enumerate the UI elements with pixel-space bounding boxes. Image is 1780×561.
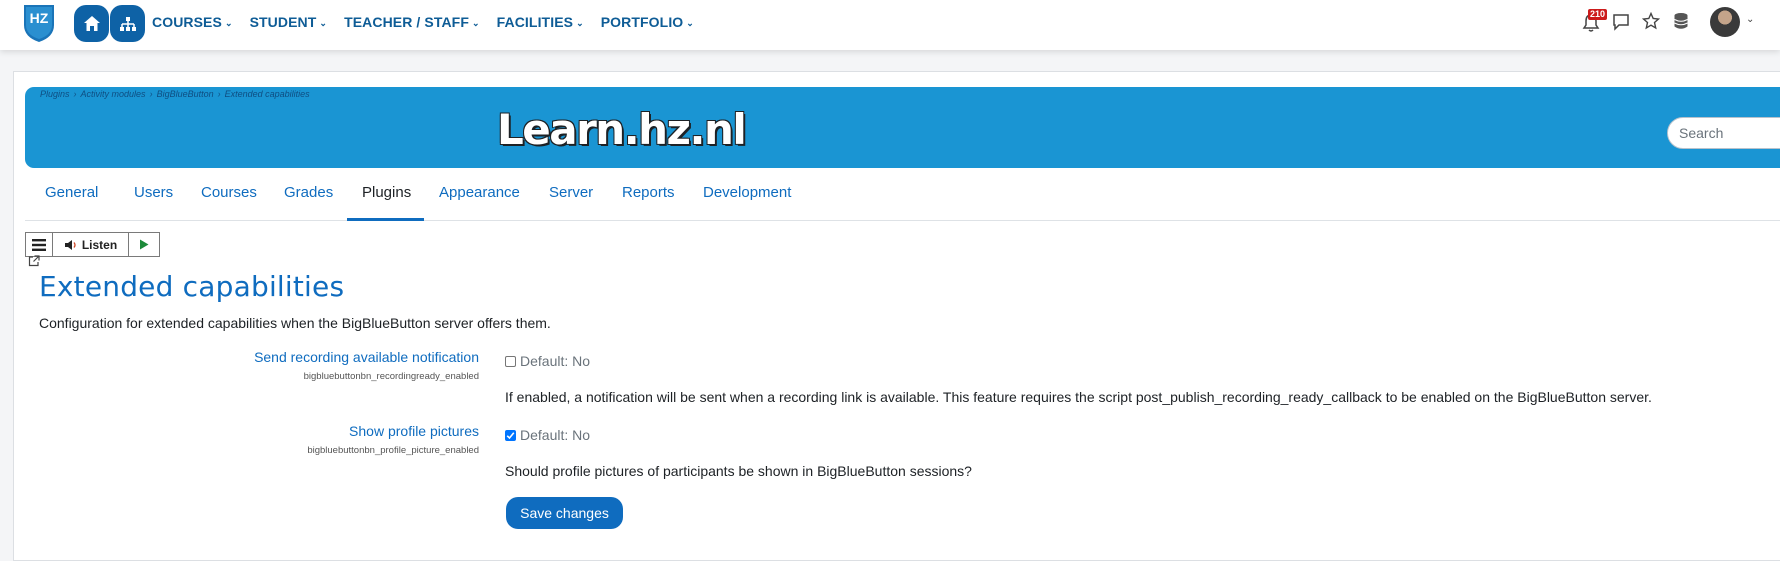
user-avatar[interactable]: [1710, 7, 1740, 37]
save-changes-button[interactable]: Save changes: [506, 497, 623, 529]
tab-reports[interactable]: Reports: [622, 179, 675, 221]
tab-development[interactable]: Development: [703, 179, 791, 221]
main-menu: COURSES ⌄ STUDENT ⌄ TEACHER / STAFF ⌄ FACIL…: [152, 14, 711, 30]
setting-control-profile-pictures: Default: No: [505, 427, 590, 443]
setting-label-profile-pictures[interactable]: Show profile pictures: [349, 423, 479, 439]
tab-general[interactable]: General: [45, 179, 98, 221]
menu-label: FACILITIES: [496, 14, 574, 30]
menu-label: COURSES: [152, 14, 222, 30]
menu-courses[interactable]: COURSES ⌄: [152, 14, 233, 30]
search-input[interactable]: Search: [1667, 117, 1780, 149]
hz-logo[interactable]: HZ: [22, 3, 56, 43]
listen-label: Listen: [81, 237, 118, 252]
tab-plugins[interactable]: Plugins: [362, 179, 411, 221]
chevron-down-icon: ⌄: [319, 17, 328, 28]
breadcrumb-item[interactable]: Plugins: [40, 89, 70, 99]
chevron-down-icon: ⌄: [576, 17, 584, 28]
breadcrumb-separator: ›: [217, 89, 221, 99]
menu-portfolio[interactable]: PORTFOLIO ⌄: [601, 14, 694, 30]
chevron-down-icon: ⌄: [471, 17, 480, 28]
profile-pictures-checkbox[interactable]: [505, 429, 516, 441]
breadcrumb-item[interactable]: Activity modules: [81, 89, 146, 99]
menu-label: STUDENT: [249, 14, 317, 30]
default-value-label: Default: No: [520, 353, 591, 369]
chevron-down-icon: ⌄: [224, 17, 233, 28]
tab-server[interactable]: Server: [549, 179, 593, 221]
menu-facilities[interactable]: FACILITIES ⌄: [497, 14, 584, 30]
chevron-down-icon[interactable]: ⌄: [1746, 14, 1754, 25]
menu-label: TEACHER / STAFF: [344, 14, 469, 30]
breadcrumb-item[interactable]: Extended capabilities: [225, 89, 310, 99]
admin-tabs: General Users Courses Grades Plugins App…: [25, 179, 1780, 221]
play-button[interactable]: [129, 233, 159, 256]
section-description: Configuration for extended capabilities …: [39, 315, 551, 331]
menu-student[interactable]: STUDENT ⌄: [250, 14, 327, 30]
notification-count-badge: 210: [1588, 9, 1608, 20]
breadcrumb-separator: ›: [149, 89, 153, 99]
top-navbar: HZ COURSES ⌄ STUDENT ⌄ TEACHER / STAFF ⌄ FA…: [0, 0, 1780, 50]
sitemap-button[interactable]: [110, 5, 145, 42]
home-button[interactable]: [74, 5, 109, 42]
message-icon[interactable]: [1612, 13, 1630, 31]
play-icon: [140, 239, 149, 250]
readspeaker-menu-button[interactable]: [26, 233, 53, 256]
setting-key: bigbluebuttonbn_recordingready_enabled: [303, 371, 479, 382]
chevron-down-icon: ⌄: [686, 17, 694, 28]
sitemap-icon: [119, 16, 136, 31]
tab-users[interactable]: Users: [134, 179, 173, 221]
listen-button[interactable]: Listen: [53, 233, 129, 256]
tab-grades[interactable]: Grades: [284, 179, 333, 221]
menu-label: PORTFOLIO: [600, 14, 684, 30]
menu-teacher-staff[interactable]: TEACHER / STAFF ⌄: [344, 14, 480, 30]
setting-control-recording-notification: Default: No: [505, 353, 590, 369]
setting-key: bigbluebuttonbn_profile_picture_enabled: [307, 445, 479, 456]
setting-label-recording-notification[interactable]: Send recording available notification: [254, 349, 479, 365]
checkmark-icon: [506, 431, 515, 439]
breadcrumb-separator: ›: [73, 89, 77, 99]
database-icon[interactable]: [1673, 12, 1689, 30]
breadcrumb-item[interactable]: BigBlueButton: [157, 89, 214, 99]
setting-help-text: If enabled, a notification will be sent …: [505, 389, 1652, 405]
home-icon: [83, 16, 100, 31]
logo-text: HZ: [30, 10, 49, 26]
star-icon[interactable]: [1642, 12, 1660, 30]
external-link-icon[interactable]: [28, 255, 40, 267]
breadcrumb: Plugins › Activity modules › BigBlueButton…: [40, 89, 310, 99]
setting-help-text: Should profile pictures of participants …: [505, 463, 972, 479]
page-heading: Extended capabilities: [39, 270, 345, 303]
tab-appearance[interactable]: Appearance: [439, 179, 520, 221]
header-banner: [25, 87, 1780, 168]
default-value-label: Default: No: [520, 427, 591, 443]
readspeaker-toolbar: Listen: [25, 232, 160, 257]
hamburger-icon: [32, 238, 46, 251]
speaker-icon: [64, 239, 76, 250]
active-tab-indicator: [347, 218, 424, 221]
recording-notification-checkbox[interactable]: [505, 355, 516, 367]
tab-courses[interactable]: Courses: [201, 179, 257, 221]
site-title: Learn.hz.nl: [497, 105, 747, 154]
